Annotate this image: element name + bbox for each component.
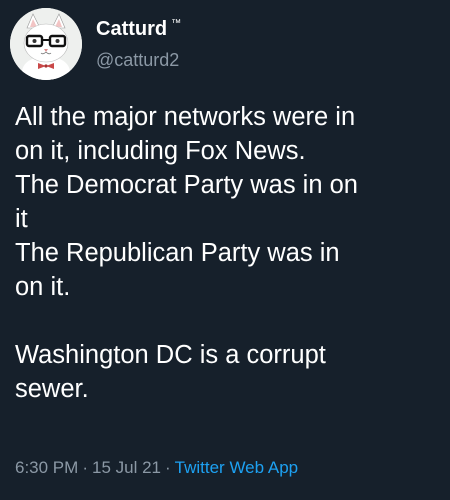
tweet-meta: 6:30 PM · 15 Jul 21 · Twitter Web App	[15, 457, 298, 479]
tweet-client-link[interactable]: Twitter Web App	[175, 457, 298, 479]
tweet-date[interactable]: 15 Jul 21	[92, 457, 161, 479]
avatar[interactable]	[10, 8, 82, 80]
tweet-card: Catturd ™ @catturd2 All the major networ…	[0, 0, 450, 500]
display-name-row: Catturd ™	[96, 17, 181, 41]
user-names: Catturd ™ @catturd2	[96, 17, 181, 71]
display-name[interactable]: Catturd	[96, 17, 167, 41]
tweet-text: All the major networks were in on it, in…	[15, 103, 358, 403]
trademark-mark: ™	[171, 18, 182, 29]
meta-separator: ·	[164, 458, 171, 477]
tweet-time[interactable]: 6:30 PM	[15, 457, 78, 479]
user-handle[interactable]: @catturd2	[96, 49, 181, 71]
cat-avatar-icon	[10, 8, 82, 80]
meta-separator: ·	[82, 458, 88, 477]
tweet-header: Catturd ™ @catturd2	[10, 4, 181, 84]
